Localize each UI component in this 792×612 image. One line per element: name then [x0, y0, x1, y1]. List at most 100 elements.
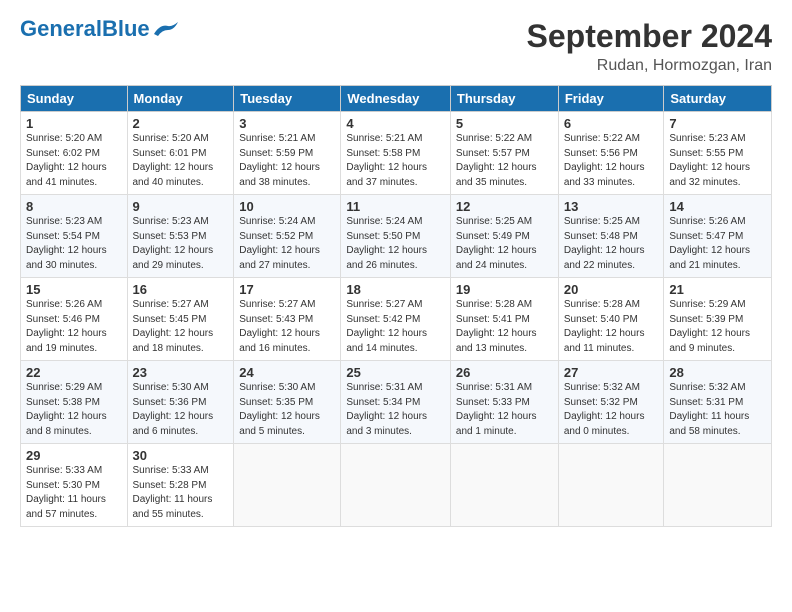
day-info: Sunrise: 5:30 AMSunset: 5:36 PMDaylight:… [133, 381, 229, 439]
day-number: 24 [239, 365, 335, 380]
calendar-cell: 25Sunrise: 5:31 AMSunset: 5:34 PMDayligh… [341, 361, 451, 444]
day-info: Sunrise: 5:33 AMSunset: 5:30 PMDaylight:… [26, 464, 122, 522]
calendar-week-2: 8Sunrise: 5:23 AMSunset: 5:54 PMDaylight… [21, 195, 772, 278]
day-info: Sunrise: 5:25 AMSunset: 5:48 PMDaylight:… [564, 215, 659, 273]
day-info: Sunrise: 5:23 AMSunset: 5:54 PMDaylight:… [26, 215, 122, 273]
calendar-cell: 6Sunrise: 5:22 AMSunset: 5:56 PMDaylight… [558, 112, 664, 195]
logo-blue: Blue [102, 16, 150, 41]
day-number: 12 [456, 199, 553, 214]
day-number: 5 [456, 116, 553, 131]
calendar-cell: 9Sunrise: 5:23 AMSunset: 5:53 PMDaylight… [127, 195, 234, 278]
calendar-cell: 17Sunrise: 5:27 AMSunset: 5:43 PMDayligh… [234, 278, 341, 361]
calendar-header-row: SundayMondayTuesdayWednesdayThursdayFrid… [21, 86, 772, 112]
calendar-cell: 15Sunrise: 5:26 AMSunset: 5:46 PMDayligh… [21, 278, 128, 361]
day-info: Sunrise: 5:27 AMSunset: 5:43 PMDaylight:… [239, 298, 335, 356]
header-area: GeneralBlue September 2024 Rudan, Hormoz… [20, 18, 772, 75]
page: GeneralBlue September 2024 Rudan, Hormoz… [0, 0, 792, 537]
day-number: 9 [133, 199, 229, 214]
calendar-week-3: 15Sunrise: 5:26 AMSunset: 5:46 PMDayligh… [21, 278, 772, 361]
day-info: Sunrise: 5:21 AMSunset: 5:58 PMDaylight:… [346, 132, 445, 190]
calendar-cell: 19Sunrise: 5:28 AMSunset: 5:41 PMDayligh… [450, 278, 558, 361]
day-number: 19 [456, 282, 553, 297]
calendar-cell: 20Sunrise: 5:28 AMSunset: 5:40 PMDayligh… [558, 278, 664, 361]
day-info: Sunrise: 5:31 AMSunset: 5:34 PMDaylight:… [346, 381, 445, 439]
day-number: 21 [669, 282, 766, 297]
calendar-cell: 30Sunrise: 5:33 AMSunset: 5:28 PMDayligh… [127, 444, 234, 527]
day-number: 18 [346, 282, 445, 297]
logo-general: General [20, 16, 102, 41]
day-info: Sunrise: 5:31 AMSunset: 5:33 PMDaylight:… [456, 381, 553, 439]
day-number: 7 [669, 116, 766, 131]
calendar-cell: 23Sunrise: 5:30 AMSunset: 5:36 PMDayligh… [127, 361, 234, 444]
day-info: Sunrise: 5:22 AMSunset: 5:57 PMDaylight:… [456, 132, 553, 190]
day-number: 3 [239, 116, 335, 131]
day-number: 16 [133, 282, 229, 297]
day-info: Sunrise: 5:24 AMSunset: 5:52 PMDaylight:… [239, 215, 335, 273]
calendar-cell: 29Sunrise: 5:33 AMSunset: 5:30 PMDayligh… [21, 444, 128, 527]
calendar-cell: 26Sunrise: 5:31 AMSunset: 5:33 PMDayligh… [450, 361, 558, 444]
day-number: 17 [239, 282, 335, 297]
weekday-header-tuesday: Tuesday [234, 86, 341, 112]
logo: GeneralBlue [20, 18, 180, 40]
calendar-cell: 7Sunrise: 5:23 AMSunset: 5:55 PMDaylight… [664, 112, 772, 195]
calendar-cell: 4Sunrise: 5:21 AMSunset: 5:58 PMDaylight… [341, 112, 451, 195]
day-number: 6 [564, 116, 659, 131]
day-info: Sunrise: 5:20 AMSunset: 6:02 PMDaylight:… [26, 132, 122, 190]
day-info: Sunrise: 5:23 AMSunset: 5:55 PMDaylight:… [669, 132, 766, 190]
calendar-cell: 12Sunrise: 5:25 AMSunset: 5:49 PMDayligh… [450, 195, 558, 278]
day-info: Sunrise: 5:25 AMSunset: 5:49 PMDaylight:… [456, 215, 553, 273]
weekday-header-wednesday: Wednesday [341, 86, 451, 112]
calendar-cell: 28Sunrise: 5:32 AMSunset: 5:31 PMDayligh… [664, 361, 772, 444]
day-info: Sunrise: 5:30 AMSunset: 5:35 PMDaylight:… [239, 381, 335, 439]
calendar-body: 1Sunrise: 5:20 AMSunset: 6:02 PMDaylight… [21, 112, 772, 527]
day-info: Sunrise: 5:20 AMSunset: 6:01 PMDaylight:… [133, 132, 229, 190]
day-info: Sunrise: 5:32 AMSunset: 5:31 PMDaylight:… [669, 381, 766, 439]
day-number: 26 [456, 365, 553, 380]
day-info: Sunrise: 5:29 AMSunset: 5:39 PMDaylight:… [669, 298, 766, 356]
day-number: 27 [564, 365, 659, 380]
calendar-cell: 3Sunrise: 5:21 AMSunset: 5:59 PMDaylight… [234, 112, 341, 195]
day-info: Sunrise: 5:27 AMSunset: 5:45 PMDaylight:… [133, 298, 229, 356]
calendar-week-4: 22Sunrise: 5:29 AMSunset: 5:38 PMDayligh… [21, 361, 772, 444]
day-info: Sunrise: 5:24 AMSunset: 5:50 PMDaylight:… [346, 215, 445, 273]
logo-bird-icon [152, 20, 180, 38]
month-title: September 2024 [527, 18, 772, 55]
calendar-cell: 2Sunrise: 5:20 AMSunset: 6:01 PMDaylight… [127, 112, 234, 195]
calendar-cell: 11Sunrise: 5:24 AMSunset: 5:50 PMDayligh… [341, 195, 451, 278]
day-number: 23 [133, 365, 229, 380]
weekday-header-friday: Friday [558, 86, 664, 112]
location-title: Rudan, Hormozgan, Iran [527, 57, 772, 75]
day-info: Sunrise: 5:28 AMSunset: 5:40 PMDaylight:… [564, 298, 659, 356]
day-number: 4 [346, 116, 445, 131]
day-number: 25 [346, 365, 445, 380]
calendar-cell: 18Sunrise: 5:27 AMSunset: 5:42 PMDayligh… [341, 278, 451, 361]
calendar-cell [664, 444, 772, 527]
day-number: 20 [564, 282, 659, 297]
weekday-header-sunday: Sunday [21, 86, 128, 112]
calendar-table: SundayMondayTuesdayWednesdayThursdayFrid… [20, 85, 772, 527]
day-info: Sunrise: 5:26 AMSunset: 5:47 PMDaylight:… [669, 215, 766, 273]
day-info: Sunrise: 5:23 AMSunset: 5:53 PMDaylight:… [133, 215, 229, 273]
day-number: 13 [564, 199, 659, 214]
day-number: 29 [26, 448, 122, 463]
calendar-cell [234, 444, 341, 527]
day-number: 15 [26, 282, 122, 297]
calendar-cell [341, 444, 451, 527]
day-info: Sunrise: 5:33 AMSunset: 5:28 PMDaylight:… [133, 464, 229, 522]
day-info: Sunrise: 5:22 AMSunset: 5:56 PMDaylight:… [564, 132, 659, 190]
title-area: September 2024 Rudan, Hormozgan, Iran [527, 18, 772, 75]
calendar-cell: 21Sunrise: 5:29 AMSunset: 5:39 PMDayligh… [664, 278, 772, 361]
day-info: Sunrise: 5:32 AMSunset: 5:32 PMDaylight:… [564, 381, 659, 439]
day-number: 8 [26, 199, 122, 214]
day-number: 10 [239, 199, 335, 214]
day-info: Sunrise: 5:26 AMSunset: 5:46 PMDaylight:… [26, 298, 122, 356]
day-info: Sunrise: 5:21 AMSunset: 5:59 PMDaylight:… [239, 132, 335, 190]
day-number: 2 [133, 116, 229, 131]
calendar-cell: 5Sunrise: 5:22 AMSunset: 5:57 PMDaylight… [450, 112, 558, 195]
calendar-cell: 13Sunrise: 5:25 AMSunset: 5:48 PMDayligh… [558, 195, 664, 278]
day-number: 1 [26, 116, 122, 131]
calendar-cell: 16Sunrise: 5:27 AMSunset: 5:45 PMDayligh… [127, 278, 234, 361]
day-number: 22 [26, 365, 122, 380]
calendar-cell: 14Sunrise: 5:26 AMSunset: 5:47 PMDayligh… [664, 195, 772, 278]
day-info: Sunrise: 5:27 AMSunset: 5:42 PMDaylight:… [346, 298, 445, 356]
